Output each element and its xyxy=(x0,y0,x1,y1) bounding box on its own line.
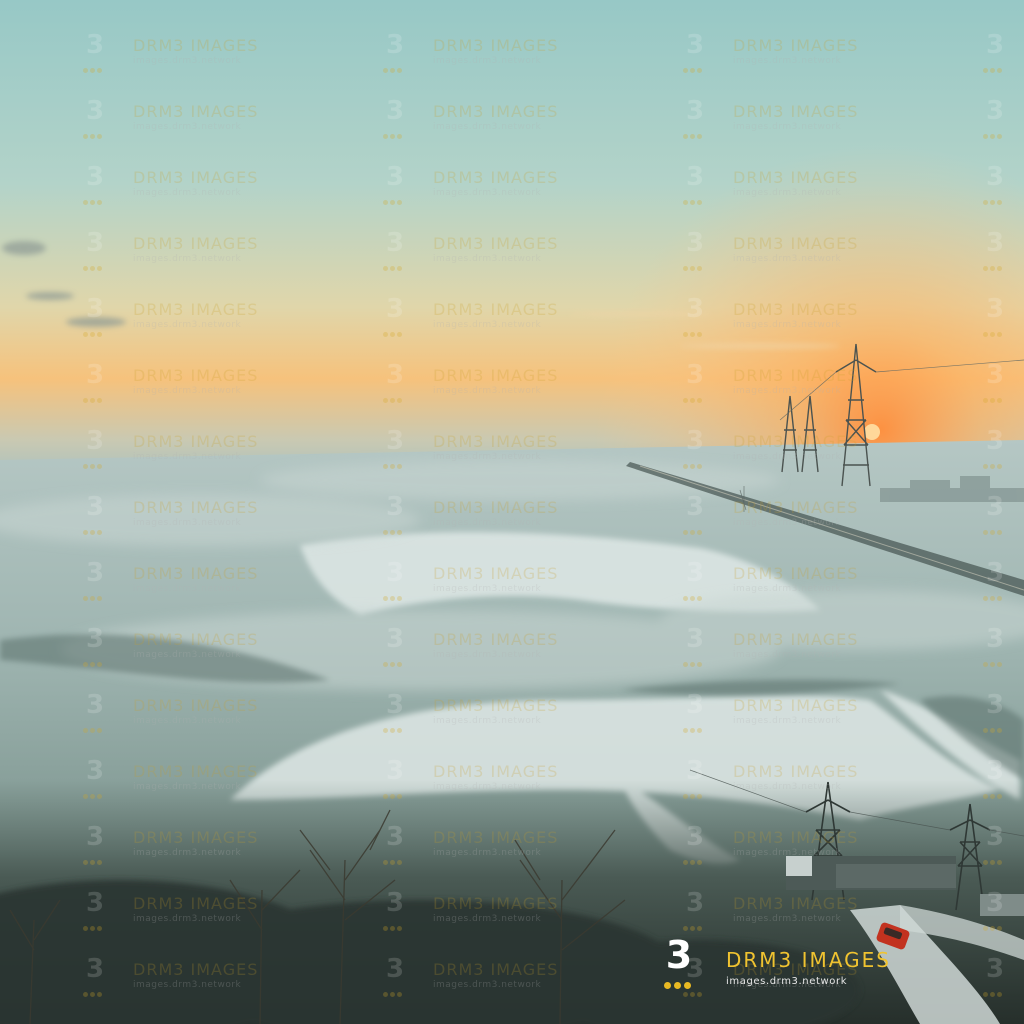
brand-logo-dots xyxy=(664,976,698,989)
brand-logo-number: 3 xyxy=(665,933,693,977)
brand-url: images.drm3.network xyxy=(726,976,848,987)
landscape-photo xyxy=(0,0,1024,1024)
brand-title: DRM3 IMAGES xyxy=(726,948,891,972)
brand-badge: 3 DRM3 IMAGES images.drm3.network xyxy=(662,936,922,992)
photo-stage: 3DRM3 IMAGESimages.drm3.network3DRM3 IMA… xyxy=(0,0,1024,1024)
